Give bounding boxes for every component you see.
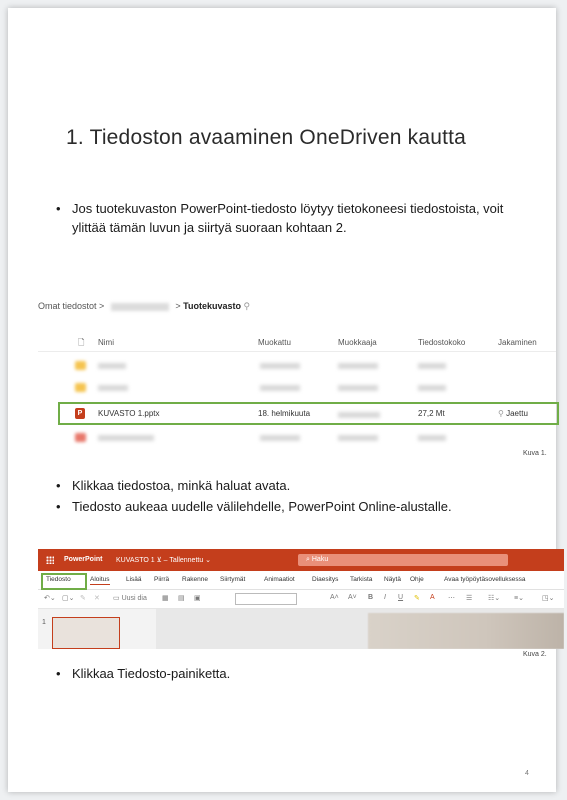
tab-animations[interactable]: Animaatiot	[264, 576, 295, 583]
bullet-item: Jos tuotekuvaston PowerPoint-tiedosto lö…	[52, 199, 532, 237]
file-list-header: 🗋 Nimi Muokattu Muokkaaja Tiedostokoko J…	[38, 333, 556, 352]
picture-icon[interactable]: ▣	[194, 594, 201, 602]
grow-font-icon[interactable]: A˄	[330, 594, 339, 601]
align-icon[interactable]: ≡⌄	[514, 594, 524, 602]
tab-slideshow[interactable]: Diaesitys	[312, 576, 338, 583]
tab-draw[interactable]: Piirrä	[154, 576, 169, 583]
highlight-icon[interactable]: ✎	[414, 594, 420, 602]
ppt-title-bar: PowerPoint KUVASTO 1 ⊻ – Tallennettu ⌄ ⌕…	[38, 549, 564, 571]
ribbon-toolbar: ↶⌄ ▢⌄ ✎ ✕ ▭ Uusi dia ▦ ▤ ▣ A˄ A˅ B I U ✎…	[38, 590, 564, 609]
new-slide-button[interactable]: ▭ Uusi dia	[113, 594, 147, 602]
file-icon	[75, 433, 86, 442]
blurred-folder	[110, 302, 169, 311]
slide-canvas[interactable]	[156, 609, 564, 649]
font-color-icon[interactable]: A	[430, 594, 435, 601]
slide-icon: ▭	[113, 595, 120, 602]
search-input[interactable]: ⌕ Haku	[298, 554, 508, 566]
tab-transitions[interactable]: Siirtymät	[220, 576, 245, 583]
highlight-box	[41, 573, 87, 590]
column-sharing[interactable]: Jakaminen	[498, 338, 537, 347]
powerpoint-screenshot: PowerPoint KUVASTO 1 ⊻ – Tallennettu ⌄ ⌕…	[38, 549, 564, 649]
undo-icon[interactable]: ↶⌄	[44, 594, 56, 602]
figure-caption: Kuva 2.	[523, 651, 547, 658]
bullet-item: Klikkaa Tiedosto-painiketta.	[52, 664, 532, 683]
document-name[interactable]: KUVASTO 1 ⊻ – Tallennettu ⌄	[116, 556, 211, 564]
font-family-select[interactable]	[235, 593, 297, 605]
file-row-blurred[interactable]	[38, 378, 556, 398]
file-type-icon: 🗋	[78, 338, 85, 347]
column-size[interactable]: Tiedostokoko	[418, 338, 465, 347]
final-bullets: Klikkaa Tiedosto-painiketta.	[52, 664, 532, 685]
layout-icon[interactable]: ▦	[162, 594, 169, 602]
more-icon[interactable]: ⋯	[448, 594, 455, 602]
search-icon: ⌕	[306, 556, 310, 563]
column-modified[interactable]: Muokattu	[258, 338, 291, 347]
bullet-item: Tiedosto aukeaa uudelle välilehdelle, Po…	[52, 497, 552, 516]
italic-icon[interactable]: I	[384, 594, 386, 601]
shrink-font-icon[interactable]: A˅	[348, 594, 357, 601]
tab-design[interactable]: Rakenne	[182, 576, 208, 583]
intro-bullets: Jos tuotekuvaston PowerPoint-tiedosto lö…	[52, 199, 532, 239]
tab-insert[interactable]: Lisää	[126, 576, 142, 583]
slide-number: 1	[42, 619, 46, 626]
format-painter-icon[interactable]: ✎	[80, 594, 86, 602]
highlight-box	[58, 402, 559, 425]
ribbon-tabs: Tiedosto Aloitus Lisää Piirrä Rakenne Si…	[38, 571, 564, 590]
tab-home[interactable]: Aloitus	[90, 576, 110, 585]
breadcrumb-root[interactable]: Omat tiedostot	[38, 301, 97, 311]
bullets-icon[interactable]: ☰	[466, 594, 472, 602]
shapes-icon[interactable]: ◳⌄	[542, 594, 554, 602]
figure-caption: Kuva 1.	[523, 450, 547, 457]
folder-icon	[75, 361, 86, 370]
file-row-blurred[interactable]	[38, 428, 556, 448]
slide-thumbnail-pane: 1	[38, 609, 156, 649]
app-launcher-icon[interactable]	[46, 556, 54, 564]
reset-icon[interactable]: ▤	[178, 594, 185, 602]
tab-review[interactable]: Tarkista	[350, 576, 372, 583]
app-name: PowerPoint	[64, 556, 103, 563]
onedrive-screenshot: Omat tiedostot > > Tuotekuvasto ⚲ 🗋 Nimi…	[38, 298, 559, 448]
column-modified-by[interactable]: Muokkaaja	[338, 338, 377, 347]
breadcrumb: Omat tiedostot > > Tuotekuvasto ⚲	[38, 301, 251, 311]
file-row-blurred[interactable]	[38, 356, 556, 376]
open-desktop-app-button[interactable]: Avaa työpöytäsovelluksessa	[444, 576, 526, 583]
folder-icon	[75, 383, 86, 392]
slide-thumbnail[interactable]	[52, 617, 120, 649]
tab-help[interactable]: Ohje	[410, 576, 424, 583]
bold-icon[interactable]: B	[368, 594, 373, 601]
share-link-icon: ⚲	[243, 301, 251, 311]
page-title: 1. Tiedoston avaaminen OneDriven kautta	[66, 126, 467, 149]
tab-view[interactable]: Näytä	[384, 576, 401, 583]
slide-image	[368, 613, 564, 649]
clipboard-icon[interactable]: ▢⌄	[62, 594, 74, 602]
step-bullets: Klikkaa tiedostoa, minkä haluat avata. T…	[52, 476, 552, 518]
page-number: 4	[525, 770, 529, 777]
breadcrumb-current: Tuotekuvasto	[183, 301, 241, 311]
column-name[interactable]: Nimi	[98, 338, 114, 347]
document-page: 1. Tiedoston avaaminen OneDriven kautta …	[8, 8, 564, 792]
bullet-item: Klikkaa tiedostoa, minkä haluat avata.	[52, 476, 552, 495]
underline-icon[interactable]: U	[398, 594, 403, 601]
numbering-icon[interactable]: ☷⌄	[488, 594, 500, 602]
delete-icon[interactable]: ✕	[94, 594, 100, 602]
